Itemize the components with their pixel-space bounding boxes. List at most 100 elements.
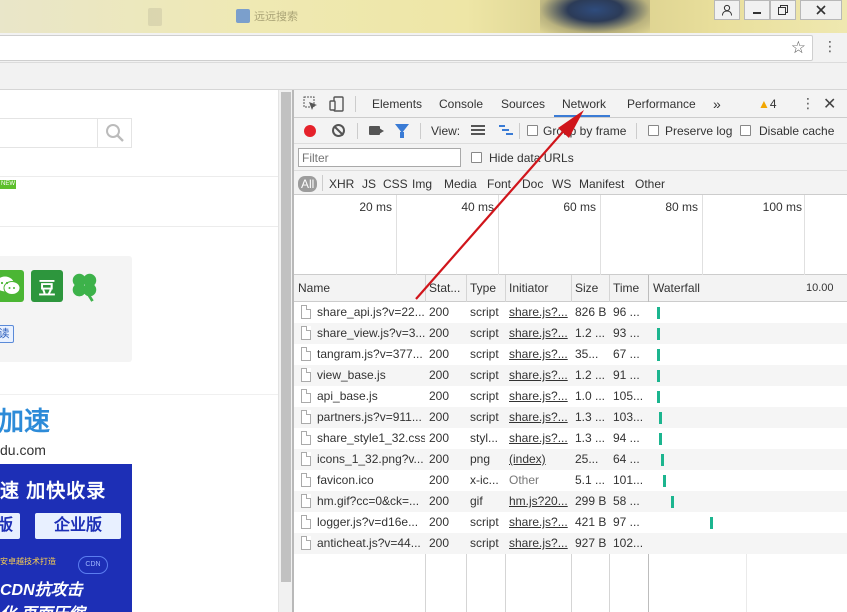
cell-name[interactable]: partners.js?v=911... [313, 407, 425, 428]
table-row[interactable]: logger.js?v=d16e... 200 script share.js?...… [294, 512, 847, 533]
cell-name[interactable]: anticheat.js?v=44... [313, 533, 425, 554]
type-other[interactable]: Other [635, 176, 665, 192]
column-header-initiator[interactable]: Initiator [505, 275, 571, 302]
cell-initiator[interactable]: share.js?... [505, 365, 571, 386]
clover-icon[interactable] [68, 270, 100, 302]
browser-menu-icon[interactable]: ⋮ [823, 39, 837, 53]
site-search-input[interactable] [0, 118, 132, 148]
filter-input[interactable] [298, 148, 461, 167]
tab-network[interactable]: Network [554, 90, 610, 117]
table-row[interactable]: view_base.js 200 script share.js?... 1.2 ...… [294, 365, 847, 386]
minimize-button[interactable] [744, 0, 770, 20]
profile-button[interactable] [714, 0, 740, 20]
table-row[interactable]: partners.js?v=911... 200 script share.js?..… [294, 407, 847, 428]
cell-initiator[interactable]: share.js?... [505, 323, 571, 344]
cell-initiator[interactable]: share.js?... [505, 407, 571, 428]
cell-name[interactable]: tangram.js?v=377... [313, 344, 425, 365]
devtools-menu-icon[interactable]: ⋮ [801, 96, 815, 110]
cell-initiator[interactable]: Other [505, 470, 571, 491]
cell-initiator[interactable]: share.js?... [505, 302, 571, 323]
cell-name[interactable]: logger.js?v=d16e... [313, 512, 425, 533]
cdn-ad-top[interactable]: 加速 du.com [0, 402, 70, 466]
ad-button-enterprise[interactable]: 企业版 [35, 513, 121, 539]
inspect-element-icon[interactable] [303, 96, 319, 112]
type-all[interactable]: All [298, 176, 318, 192]
table-row[interactable]: share_api.js?v=22... 200 script share.js?..… [294, 302, 847, 323]
cell-time: 105... [613, 389, 644, 403]
large-rows-icon[interactable] [471, 125, 485, 136]
type-ws[interactable]: WS [552, 176, 571, 192]
ad-button-basic[interactable]: 版 [0, 513, 20, 539]
scrollbar-thumb[interactable] [281, 92, 291, 582]
type-media[interactable]: Media [444, 176, 477, 192]
table-row[interactable]: hm.gif?cc=0&ck=... 200 gif hm.js?20... 299 B… [294, 491, 847, 512]
site-search-button[interactable] [97, 119, 131, 147]
cell-initiator[interactable]: share.js?... [505, 344, 571, 365]
capture-screenshots-icon[interactable] [369, 126, 384, 135]
column-header-type[interactable]: Type [466, 275, 505, 302]
column-header-time[interactable]: Time [609, 275, 648, 302]
cell-name[interactable]: api_base.js [313, 386, 425, 407]
timeline-overview[interactable]: 20 ms 40 ms 60 ms 80 ms 100 ms [294, 195, 847, 275]
wechat-icon[interactable] [0, 270, 24, 302]
maximize-button[interactable] [770, 0, 796, 20]
warnings-counter[interactable]: ▲4 [758, 97, 777, 111]
tab-performance[interactable]: Performance [627, 90, 696, 118]
group-by-frame-checkbox[interactable] [527, 125, 538, 136]
disable-cache-checkbox[interactable] [740, 125, 751, 136]
filter-icon[interactable] [395, 124, 409, 138]
hide-data-urls-checkbox[interactable] [471, 152, 482, 163]
close-devtools-icon[interactable]: ✕ [823, 94, 836, 114]
cell-initiator[interactable]: hm.js?20... [505, 491, 571, 512]
type-xhr[interactable]: XHR [329, 176, 354, 192]
column-header-name[interactable]: Name [294, 275, 425, 302]
cdn-ad-banner[interactable]: 速 加快收录 版 企业版 安卓越技术打造 CDN CDN抗攻击 化 页面压缩 [0, 464, 132, 612]
cell-initiator[interactable]: share.js?... [505, 512, 571, 533]
type-css[interactable]: CSS [383, 176, 408, 192]
background-tab-2[interactable]: 远远搜索 [236, 8, 322, 26]
device-toolbar-icon[interactable] [329, 96, 345, 112]
background-tab[interactable] [148, 8, 162, 26]
column-header-status[interactable]: Stat... [425, 275, 466, 302]
table-row[interactable]: api_base.js 200 script share.js?... 1.0 ... 1… [294, 386, 847, 407]
record-icon[interactable] [304, 125, 316, 137]
bookmark-star-icon[interactable]: ☆ [791, 39, 806, 57]
cell-name[interactable]: share_api.js?v=22... [313, 302, 425, 323]
table-row[interactable]: icons_1_32.png?v... 200 png (index) 25... 64 … [294, 449, 847, 470]
preserve-log-checkbox[interactable] [648, 125, 659, 136]
type-js[interactable]: JS [362, 176, 376, 192]
column-header-waterfall[interactable]: Waterfall [649, 275, 769, 302]
type-font[interactable]: Font [487, 176, 511, 192]
cell-initiator[interactable]: share.js?... [505, 428, 571, 449]
cell-initiator[interactable]: share.js?... [505, 386, 571, 407]
cell-initiator[interactable]: share.js?... [505, 533, 571, 554]
type-doc[interactable]: Doc [522, 176, 543, 192]
table-row[interactable]: share_style1_32.css 200 styl... share.js?..… [294, 428, 847, 449]
type-img[interactable]: Img [412, 176, 432, 192]
table-row[interactable]: favicon.ico 200 x-ic... Other 5.1 ... 101... [294, 470, 847, 491]
page-scrollbar[interactable] [278, 90, 292, 612]
table-row[interactable]: tangram.js?v=377... 200 script share.js?...… [294, 344, 847, 365]
douban-icon[interactable]: 豆 [31, 270, 63, 302]
table-row[interactable]: anticheat.js?v=44... 200 script share.js?..… [294, 533, 847, 554]
table-row[interactable]: share_view.js?v=3... 200 script share.js?..… [294, 323, 847, 344]
tab-elements[interactable]: Elements [372, 90, 422, 118]
cell-initiator[interactable]: (index) [505, 449, 571, 470]
read-tag[interactable]: 读 [0, 325, 14, 343]
cell-name[interactable]: share_style1_32.css [313, 428, 425, 449]
cell-name[interactable]: view_base.js [313, 365, 425, 386]
cell-name[interactable]: share_view.js?v=3... [313, 323, 425, 344]
column-header-size[interactable]: Size [571, 275, 609, 302]
type-manifest[interactable]: Manifest [579, 176, 624, 192]
cell-name[interactable]: hm.gif?cc=0&ck=... [313, 491, 425, 512]
tab-sources[interactable]: Sources [501, 90, 545, 118]
overview-icon[interactable] [499, 125, 513, 136]
cell-size: 826 B [575, 305, 607, 319]
more-tabs-button[interactable]: » [713, 90, 721, 118]
tab-console[interactable]: Console [439, 90, 483, 118]
cell-name[interactable]: icons_1_32.png?v... [313, 449, 425, 470]
cell-name[interactable]: favicon.ico [313, 470, 425, 491]
omnibox[interactable]: ☆ [0, 35, 813, 61]
clear-icon[interactable] [332, 124, 345, 137]
close-window-button[interactable] [800, 0, 842, 20]
